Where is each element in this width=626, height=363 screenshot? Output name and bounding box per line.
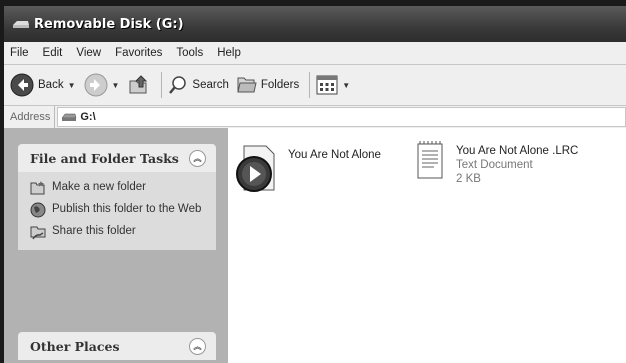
window-title: Removable Disk (G:) [34,16,184,32]
folders-button[interactable]: Folders [237,76,299,94]
explorer-window: Removable Disk (G:) File Edit View Favor… [4,6,626,363]
media-audio-icon [236,145,275,192]
back-label: Back [38,79,64,91]
menu-tools[interactable]: Tools [176,47,203,59]
share-folder-icon [30,226,46,240]
menu-file[interactable]: File [10,47,29,59]
forward-button[interactable]: ▼ [84,73,120,97]
up-folder-icon [129,75,148,94]
search-button[interactable]: Search [168,75,229,95]
task-pane: File and Folder Tasks ︽ Make a new folde… [4,128,228,363]
panel-title: Other Places [30,338,120,354]
task-share-folder[interactable]: Share this folder [30,224,206,240]
other-places-header[interactable]: Other Places ︽ [18,332,216,360]
file-type: Text Document [456,159,533,171]
menu-view[interactable]: View [76,47,101,59]
task-label: Publish this folder to the Web [52,203,202,215]
file-item-audio[interactable]: You Are Not Alone [234,144,381,196]
new-folder-icon [30,181,45,195]
back-button[interactable]: Back ▼ [10,73,76,97]
task-publish-web[interactable]: Publish this folder to the Web [30,202,206,218]
toolbar-separator [309,72,311,98]
task-make-folder[interactable]: Make a new folder [30,180,206,196]
folders-icon [237,77,257,93]
search-label: Search [192,79,229,91]
folders-label: Folders [260,79,300,91]
address-field[interactable]: G:\ [57,107,626,127]
up-folder-button[interactable] [127,73,151,97]
file-item-lrc[interactable]: You Are Not Alone .LRC Text Document 2 K… [414,140,578,186]
text-document-icon [417,141,443,179]
address-value: G:\ [80,111,96,123]
back-dropdown-icon[interactable]: ▼ [68,81,76,90]
search-icon [169,76,187,94]
title-bar[interactable]: Removable Disk (G:) [4,6,626,42]
menu-help[interactable]: Help [217,47,241,59]
file-list: You Are Not Alone You Are Not Alone .LRC… [228,128,626,363]
task-label: Share this folder [52,225,136,237]
collapse-chevron-icon[interactable]: ︽ [189,337,206,355]
content-area: File and Folder Tasks ︽ Make a new folde… [4,128,626,363]
task-label: Make a new folder [52,181,146,193]
menu-edit[interactable]: Edit [43,47,63,59]
drive-icon [61,113,77,121]
menu-bar: File Edit View Favorites Tools Help [4,42,626,65]
file-name: You Are Not Alone .LRC [456,145,579,157]
views-icon [316,75,338,95]
address-label: Address [4,106,56,128]
globe-icon [30,202,46,218]
file-name: You Are Not Alone [288,149,381,161]
file-folder-tasks-header[interactable]: File and Folder Tasks ︽ [18,144,216,172]
forward-arrow-icon [84,73,107,97]
back-arrow-icon [10,73,34,97]
file-size: 2 KB [456,173,481,185]
drive-icon [13,21,29,28]
other-places-panel: Other Places ︽ [18,332,216,360]
collapse-chevron-icon[interactable]: ︽ [189,149,206,167]
file-folder-tasks-panel: File and Folder Tasks ︽ Make a new folde… [18,144,216,250]
file-folder-tasks-body: Make a new folder Publish this folder to… [18,172,216,250]
forward-dropdown-icon[interactable]: ▼ [112,81,120,90]
address-bar: Address G:\ [4,106,626,129]
toolbar: Back ▼ ▼ Search Folders ▼ [4,65,626,106]
views-button[interactable]: ▼ [316,75,350,95]
toolbar-separator [161,72,163,98]
panel-title: File and Folder Tasks [30,150,179,166]
views-dropdown-icon[interactable]: ▼ [342,81,350,90]
menu-favorites[interactable]: Favorites [115,47,162,59]
